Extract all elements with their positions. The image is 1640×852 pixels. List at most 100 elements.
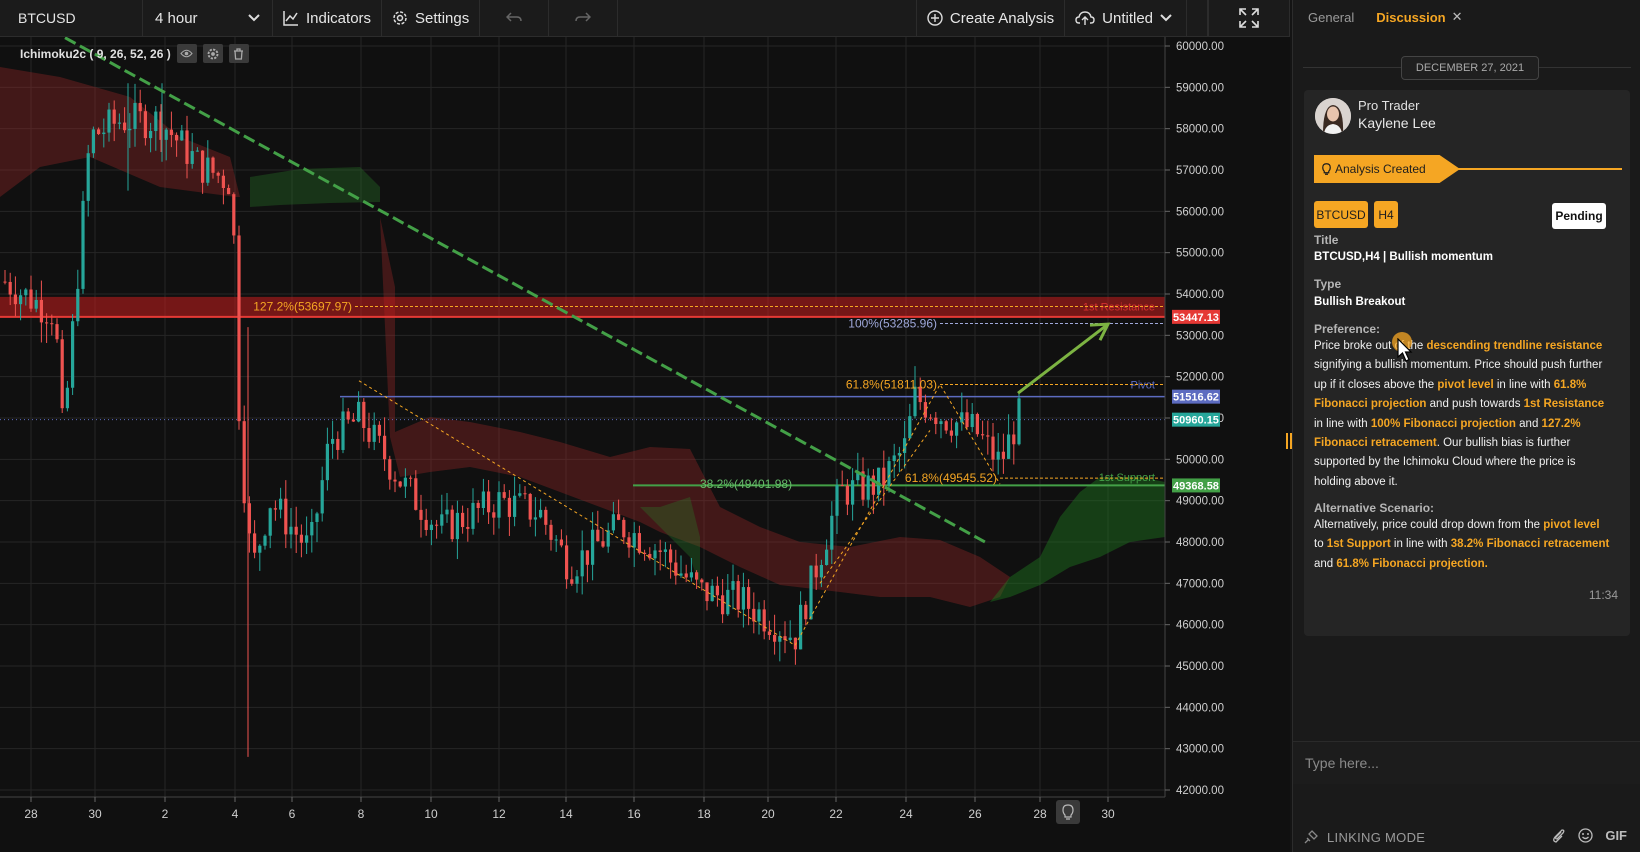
indicators-button[interactable]: Indicators [273, 0, 383, 36]
time-axis-label: 6 [289, 807, 296, 821]
candle-body [689, 572, 693, 578]
candle-body [809, 565, 813, 620]
candle-body [591, 529, 595, 565]
message-time: 11:34 [1588, 588, 1618, 602]
candle-body [502, 492, 506, 498]
interval-selector[interactable]: 4 hour [143, 0, 273, 36]
attach-icon[interactable] [1552, 828, 1566, 843]
create-analysis-button[interactable]: Create Analysis [917, 0, 1066, 36]
symbol-label: BTCUSD [18, 10, 76, 26]
candle-body [128, 128, 132, 131]
candle-body [403, 477, 407, 487]
candle-body [923, 402, 927, 418]
fullscreen-button[interactable] [1208, 0, 1290, 36]
symbol-selector[interactable]: BTCUSD [0, 0, 143, 36]
chart-area[interactable]: 1st Resistance Pivot 1st Support 127.2%(536… [0, 37, 1290, 852]
candle-body [325, 443, 329, 481]
candle-body [882, 467, 886, 486]
candle-body [1012, 434, 1016, 445]
candle-body [107, 109, 111, 133]
candle-body [315, 513, 319, 522]
candle-body [653, 550, 657, 559]
candle-body [195, 150, 199, 152]
candle-body [175, 134, 179, 141]
candle-body [513, 495, 517, 517]
candle-body [804, 604, 808, 620]
resistance-zone-label: 1st Resistance [1083, 301, 1155, 313]
time-axis-label: 10 [424, 807, 438, 821]
candle-body [892, 455, 896, 462]
time-axis-label: 26 [968, 807, 982, 821]
toolbar-spacer [618, 0, 917, 36]
undo-button[interactable] [480, 0, 550, 36]
candle-body [575, 576, 579, 584]
linking-mode-toggle[interactable]: LINKING MODE [1327, 830, 1425, 845]
candle-body [518, 493, 522, 496]
candle-body [549, 524, 553, 540]
time-axis-label: 16 [627, 807, 641, 821]
candle-body [65, 387, 69, 409]
candle-body [24, 289, 28, 296]
tab-discussion[interactable]: Discussion ✕ [1376, 9, 1462, 25]
lightbulb-icon [1062, 804, 1074, 820]
candle-body [767, 631, 771, 635]
emoji-icon[interactable] [1578, 828, 1593, 843]
fib-100-level-label: 100%(53285.96) [848, 317, 937, 331]
price-chart[interactable]: 1st ResistancePivot1st Support127.2%(536… [0, 37, 1290, 852]
candle-body [554, 539, 558, 541]
redo-button[interactable] [549, 0, 619, 36]
indicator-visibility-button[interactable] [176, 44, 197, 63]
candle-body [461, 512, 465, 528]
candle-body [409, 477, 413, 479]
author-name: Kaylene Lee [1358, 115, 1436, 131]
candle-body [799, 604, 803, 650]
candle-body [466, 527, 470, 529]
analysis-created-banner: Analysis Created [1314, 155, 1460, 183]
price-axis-label: 50000.00 [1176, 454, 1224, 466]
avatar-image [1315, 98, 1351, 134]
candle-body [455, 512, 459, 540]
candle-body [336, 438, 340, 450]
layout-selector[interactable]: Untitled [1065, 0, 1187, 36]
time-axis-label: 30 [1101, 807, 1115, 821]
settings-button[interactable]: Settings [382, 0, 481, 36]
candle-body [710, 585, 714, 602]
avatar [1315, 98, 1351, 134]
candle-body [45, 322, 49, 324]
candle-body [143, 111, 147, 139]
candle-body [34, 299, 38, 309]
candle-body [877, 467, 881, 495]
candle-body [450, 509, 454, 540]
close-icon[interactable]: ✕ [1452, 9, 1463, 25]
redo-icon [575, 12, 592, 22]
candle-body [351, 419, 355, 422]
indicator-settings-button[interactable] [202, 44, 223, 63]
divider [1303, 67, 1401, 68]
candle-body [284, 498, 288, 535]
candle-body [934, 417, 938, 425]
price-axis-label: 53000.00 [1176, 330, 1224, 342]
candle-body [206, 157, 210, 183]
date-separator: DECEMBER 27, 2021 [1401, 56, 1539, 80]
message-input[interactable] [1303, 748, 1627, 778]
candle-body [658, 550, 662, 552]
candle-body [705, 582, 709, 602]
timeframe-badge[interactable]: H4 [1374, 201, 1398, 228]
candle-body [279, 498, 283, 510]
price-tag-label: 53447.13 [1173, 312, 1219, 324]
idea-button[interactable] [1056, 800, 1080, 824]
eye-icon [180, 49, 193, 58]
symbol-badge[interactable]: BTCUSD [1314, 201, 1368, 228]
candle-body [721, 595, 725, 615]
candle-body [669, 549, 673, 563]
indicators-label: Indicators [306, 9, 372, 27]
indicator-delete-button[interactable] [228, 44, 249, 63]
candle-body [487, 491, 491, 513]
candle-body [112, 109, 116, 124]
tab-general[interactable]: General [1308, 10, 1354, 25]
candle-body [258, 545, 262, 553]
candle-body [960, 412, 964, 423]
candle-body [819, 564, 823, 578]
linking-mode-icon [1304, 830, 1318, 844]
gif-button[interactable]: GIF [1605, 828, 1627, 843]
